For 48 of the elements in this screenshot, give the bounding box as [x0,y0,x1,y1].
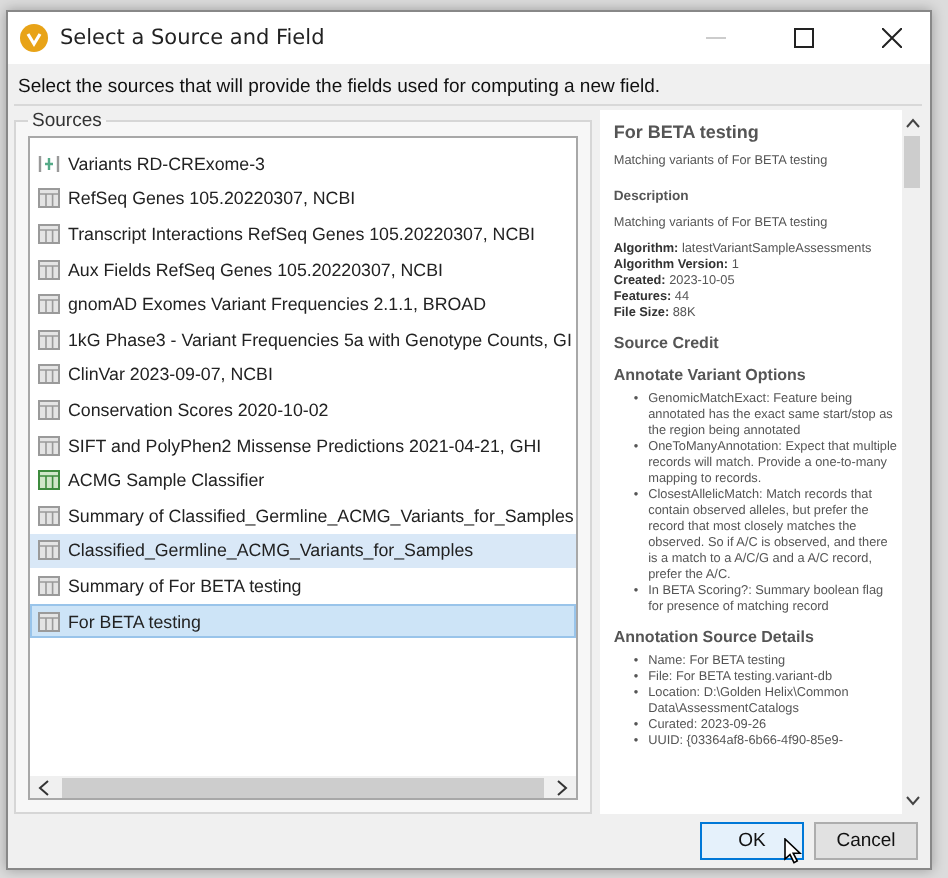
source-item[interactable]: gnomAD Exomes Variant Frequencies 2.1.1, BROAD [30,286,576,322]
window-title: Select a Source and Field [60,26,327,50]
source-item[interactable]: For BETA testing [30,603,576,639]
source-item[interactable]: Summary of Classified_Germline_ACMG_Variants_for_Samples [30,497,576,534]
table-icon [38,505,60,526]
source-item[interactable]: Summary of For BETA testing [30,568,576,604]
close-icon[interactable] [882,28,902,48]
scroll-up-icon[interactable] [905,118,919,128]
table-icon [38,470,60,491]
source-item[interactable]: ClinVar 2023-09-07, NCBI [30,357,576,393]
source-item[interactable]: RefSeq Genes 105.20220307, NCBI [30,181,576,217]
maximize-icon[interactable] [794,28,814,48]
source-item[interactable]: SIFT and PolyPhen2 Missense Predictions 2021-04-21, GHI [30,427,576,463]
scrollbar-thumb[interactable] [62,777,544,797]
variants-icon [38,153,60,174]
table-icon [38,188,60,209]
source-item[interactable]: 1kG Phase3 - Variant Frequencies 5a with Genotype Counts, GI [30,321,576,358]
scroll-right-icon[interactable] [555,779,568,795]
table-icon [38,364,60,385]
source-item[interactable]: Transcript Interactions RefSeq Genes 105.20220307, NCBI [30,216,576,252]
source-item[interactable]: Classified_Germline_ACMG_Variants_for_Samples [30,533,576,569]
table-icon [38,259,60,280]
section-heading: Annotation Source Details [613,628,816,648]
table-icon [38,329,60,350]
table-icon [38,575,60,596]
instruction-text: Select the sources that will provide the fields used for computing a new field. [14,68,922,106]
table-icon [38,399,60,420]
source-item[interactable]: Aux Fields RefSeq Genes 105.20220307, NCBI [30,251,576,287]
app-logo-icon [20,24,48,52]
source-item[interactable]: ACMG Sample Classifier [30,462,576,498]
table-icon [38,223,60,244]
mouse-pointer-icon [784,838,802,864]
section-heading: Annotate Variant Options [613,366,808,386]
group-label: Sources [30,110,104,132]
table-icon [38,435,60,456]
scroll-down-icon[interactable] [905,796,919,806]
source-item[interactable]: Conservation Scores 2020-10-02 [30,392,576,428]
table-icon [38,540,60,561]
details-title: For BETA testing [613,122,761,144]
dialog-button[interactable]: OK [700,822,804,860]
source-item[interactable]: Variants RD-CRExome-3 [30,146,576,182]
table-icon [38,294,60,315]
scroll-left-icon[interactable] [38,779,50,795]
scrollbar-thumb[interactable] [904,136,920,188]
section-heading: Source Credit [613,334,721,354]
dialog-button[interactable]: Cancel [814,822,918,860]
horizontal-scrollbar[interactable] [30,776,576,798]
table-icon [38,611,60,632]
